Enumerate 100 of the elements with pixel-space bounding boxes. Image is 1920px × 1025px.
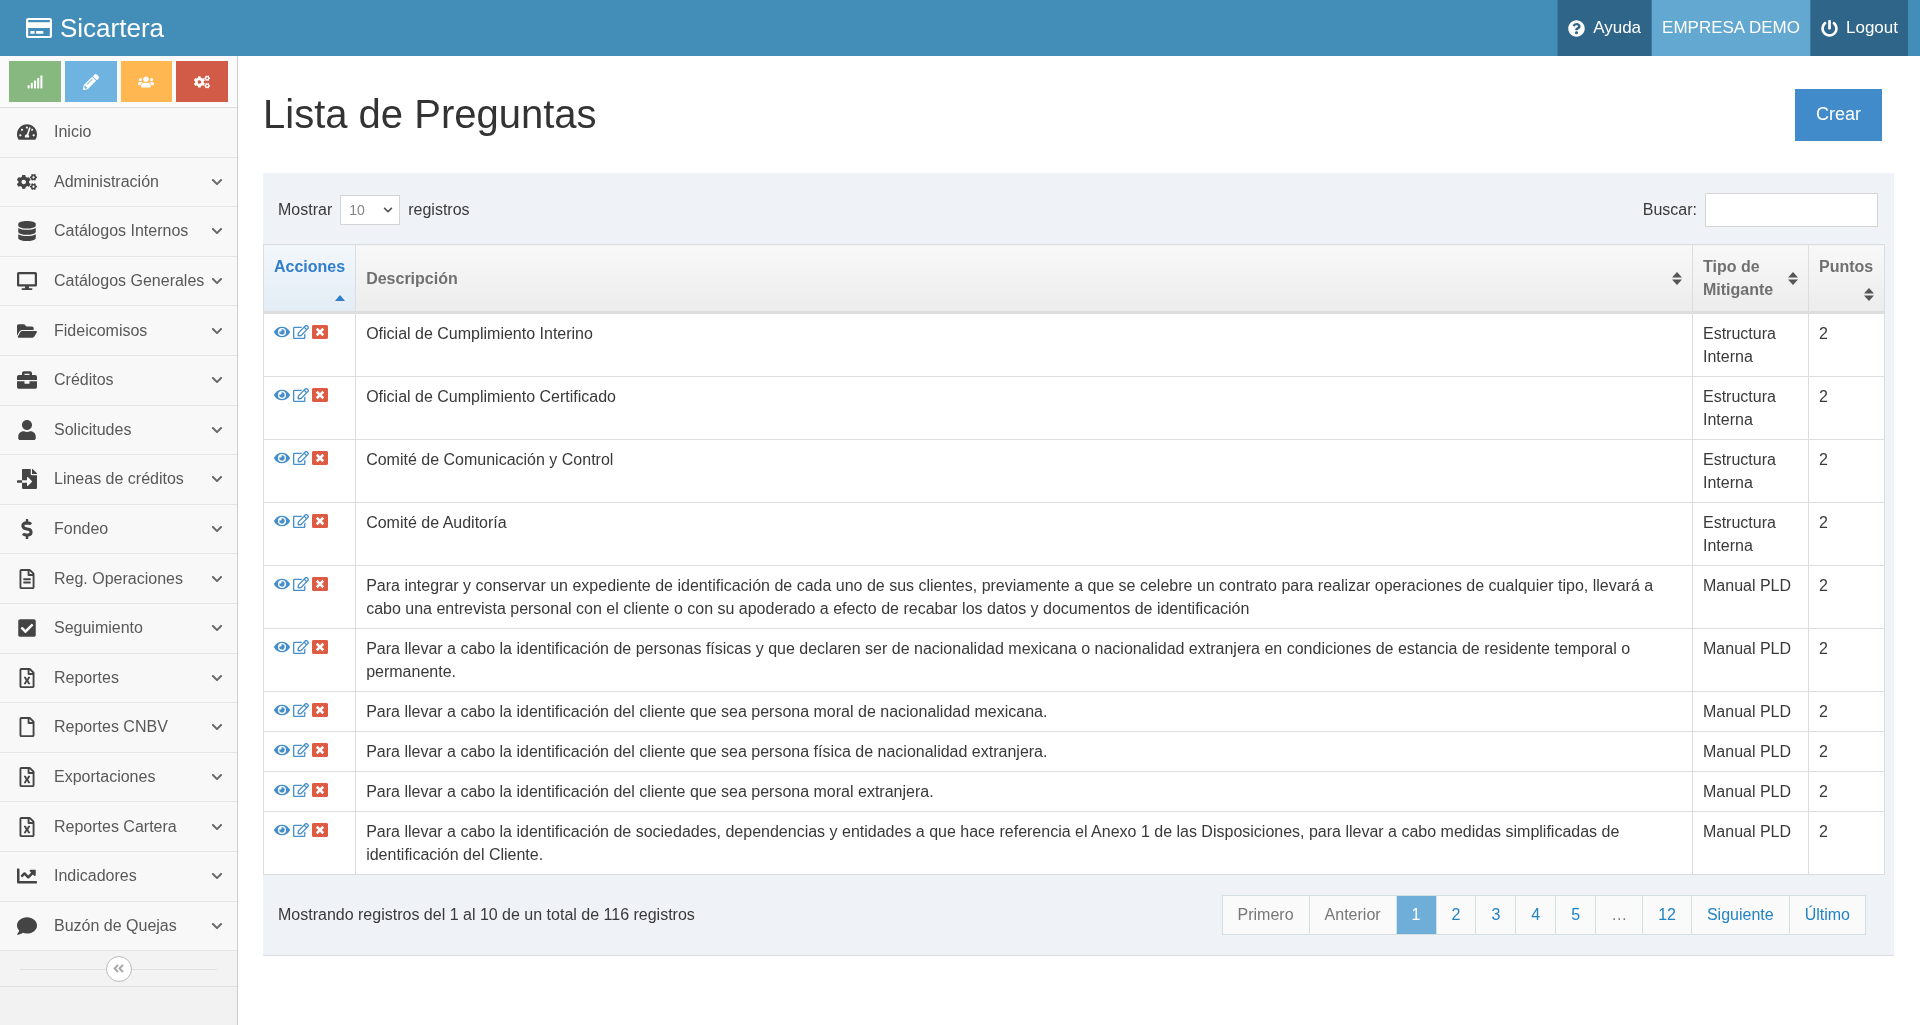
page-size-select[interactable]: 10 [340, 194, 401, 225]
table-cell: 2 [1808, 691, 1885, 732]
table-cell: Estructura Interna [1692, 502, 1809, 566]
delete-icon[interactable] [312, 702, 328, 718]
line-chart-icon [17, 866, 37, 887]
sidebar-label: Catálogos Generales [54, 272, 206, 291]
edit-icon[interactable] [293, 450, 309, 466]
page-link[interactable]: 12 [1642, 895, 1692, 935]
table-cell: Oficial de Cumplimiento Certificado [355, 376, 1693, 440]
table-cell: Para llevar a cabo la identificación del cliente que sea persona moral extranjera. [355, 771, 1693, 812]
edit-icon[interactable] [293, 782, 309, 798]
edit-icon[interactable] [293, 576, 309, 592]
column-header[interactable]: Acciones [263, 244, 356, 313]
table-cell: Para integrar y conservar un expediente de identificación de cada uno de sus clientes, previamente a que se celebre un contrato para realizar operaciones de cualquier tipo, llevará a cabo una entrevista personal con el cliente o con su apoderado a efecto de recabar los datos y documentos de identificación [355, 565, 1693, 629]
shortcut-button[interactable] [9, 61, 61, 102]
sidebar-item[interactable]: Solicitudes [0, 405, 237, 456]
gears-icon [194, 73, 211, 90]
page-title: Lista de Preguntas [263, 92, 597, 137]
sidebar-item[interactable]: Catálogos Generales [0, 256, 237, 307]
sidebar-label: Solicitudes [54, 420, 133, 439]
page-link[interactable]: 3 [1475, 895, 1517, 935]
view-icon[interactable] [274, 450, 290, 466]
sort-icon [1864, 288, 1874, 301]
page-link[interactable]: 4 [1515, 895, 1557, 935]
sidebar-item[interactable]: Seguimiento [0, 603, 237, 654]
table-cell: 2 [1808, 628, 1885, 692]
double-chevron-icon [112, 962, 125, 976]
table-cell: Estructura Interna [1692, 439, 1809, 503]
delete-icon[interactable] [312, 513, 328, 529]
delete-icon[interactable] [312, 324, 328, 340]
checkbox-icon [17, 618, 37, 639]
page-link[interactable]: Último [1788, 895, 1866, 935]
table-cell: 2 [1808, 771, 1885, 812]
delete-icon[interactable] [312, 450, 328, 466]
sidebar-label: Reportes CNBV [54, 718, 169, 737]
edit-icon[interactable] [293, 513, 309, 529]
user-icon [17, 419, 37, 440]
table-cell: Oficial de Cumplimiento Interino [355, 312, 1693, 377]
sidebar-label: Fideicomisos [54, 321, 149, 340]
edit-icon[interactable] [293, 387, 309, 403]
sidebar-item[interactable]: Reg. Operaciones [0, 554, 237, 604]
view-icon[interactable] [274, 822, 290, 838]
document-icon [17, 568, 37, 589]
sidebar-item[interactable]: Catálogos Internos [0, 207, 237, 257]
view-icon[interactable] [274, 576, 290, 592]
column-title: Tipo de Mitigante [1703, 257, 1775, 300]
sidebar-item[interactable]: Buzón de Quejas [0, 901, 237, 952]
view-icon[interactable] [274, 702, 290, 718]
sidebar-label: Indicadores [54, 867, 138, 886]
search-field[interactable] [1705, 192, 1878, 227]
sidebar-item[interactable]: Fideicomisos [0, 306, 237, 356]
view-icon[interactable] [274, 742, 290, 758]
brand-logo[interactable]: Sicartera [0, 0, 165, 56]
column-header[interactable]: Descripción [355, 244, 1693, 313]
page-link[interactable]: 5 [1555, 895, 1597, 935]
table-cell: Estructura Interna [1692, 312, 1809, 377]
view-icon[interactable] [274, 782, 290, 798]
view-icon[interactable] [274, 639, 290, 655]
sidebar-item[interactable]: Exportaciones [0, 752, 237, 803]
view-icon[interactable] [274, 324, 290, 340]
shortcut-button[interactable] [176, 61, 228, 102]
delete-icon[interactable] [312, 742, 328, 758]
table-cell: Estructura Interna [1692, 376, 1809, 440]
view-icon[interactable] [274, 513, 290, 529]
sidebar-item[interactable]: Créditos [0, 355, 237, 406]
page-link[interactable]: Siguiente [1690, 895, 1790, 935]
nav-link[interactable]: Ayuda [1557, 0, 1652, 56]
nav-link[interactable]: Logout [1810, 0, 1908, 56]
sidebar-item[interactable]: Reportes CNBV [0, 703, 237, 753]
card-icon [26, 15, 52, 41]
edit-icon[interactable] [293, 324, 309, 340]
column-header[interactable]: Tipo de Mitigante [1692, 244, 1809, 313]
collapse-button[interactable] [105, 955, 132, 982]
sidebar-item[interactable]: Lineas de créditos [0, 455, 237, 505]
edit-icon[interactable] [293, 822, 309, 838]
delete-icon[interactable] [312, 387, 328, 403]
create-button[interactable]: Crear [1795, 88, 1882, 141]
sidebar-item[interactable]: Administración [0, 157, 237, 208]
table-cell: Manual PLD [1692, 731, 1809, 772]
edit-icon[interactable] [293, 702, 309, 718]
spreadsheet-icon [17, 816, 37, 837]
sidebar-item[interactable]: Reportes Cartera [0, 802, 237, 852]
edit-icon[interactable] [293, 639, 309, 655]
sidebar-label: Catálogos Internos [54, 222, 190, 241]
page-link[interactable]: 2 [1435, 895, 1477, 935]
edit-icon[interactable] [293, 742, 309, 758]
delete-icon[interactable] [312, 639, 328, 655]
delete-icon[interactable] [312, 782, 328, 798]
delete-icon[interactable] [312, 576, 328, 592]
sidebar-item[interactable]: Indicadores [0, 851, 237, 902]
sidebar-item[interactable]: Fondeo [0, 504, 237, 555]
delete-icon[interactable] [312, 822, 328, 838]
sidebar-item[interactable]: Inicio [0, 108, 237, 158]
column-header[interactable]: Puntos [1808, 244, 1885, 313]
view-icon[interactable] [274, 387, 290, 403]
sidebar-item[interactable]: Reportes [0, 653, 237, 704]
shortcut-button[interactable] [64, 61, 117, 102]
table-cell: Manual PLD [1692, 771, 1809, 812]
column-title: Descripción [366, 268, 458, 289]
database-icon [17, 221, 37, 242]
